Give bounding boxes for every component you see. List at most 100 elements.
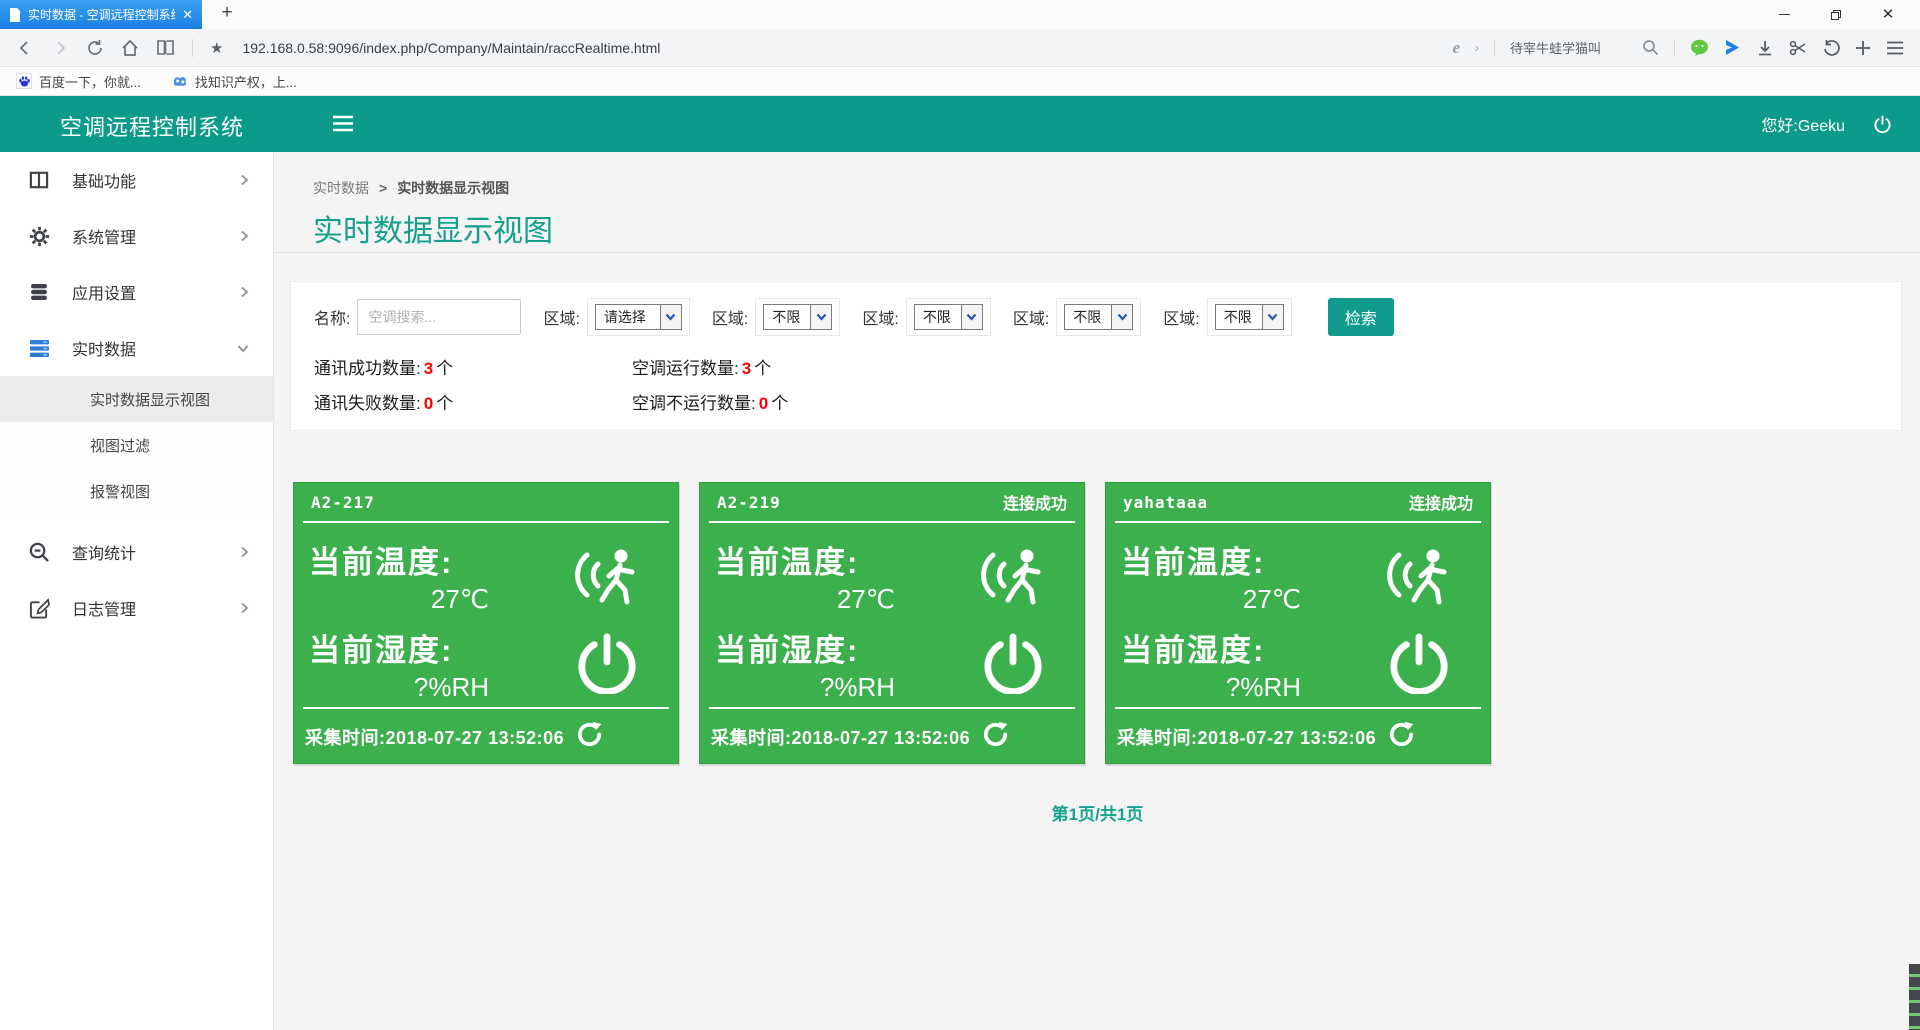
zoom-out-search-icon — [28, 542, 50, 563]
search-button[interactable]: 检索 — [1328, 298, 1394, 336]
reload-icon[interactable] — [86, 39, 104, 57]
power-status-icon[interactable] — [982, 632, 1044, 699]
collect-time: 采集时间:2018-07-27 13:52:06 — [305, 724, 564, 750]
sidebar-item-app-settings[interactable]: 应用设置 — [0, 264, 273, 320]
stat-comm-fail: 通讯失败数量:0个 — [314, 389, 632, 414]
refresh-icon[interactable] — [1388, 721, 1415, 753]
refresh-icon[interactable] — [982, 721, 1009, 753]
scrollbar-thumb[interactable] — [1909, 964, 1920, 1030]
logout-power-icon[interactable] — [1873, 115, 1892, 134]
sidebar-item-realtime-data[interactable]: 实时数据 — [0, 320, 273, 376]
chevron-right-icon — [240, 602, 249, 614]
region-select-1[interactable]: 请选择 — [595, 304, 682, 330]
chevron-right-icon[interactable]: › — [1475, 41, 1479, 55]
chevron-right-icon — [240, 230, 249, 242]
browser-tab-bar: 实时数据 - 空调远程控制系统 ✕ + ✕ — [0, 0, 1920, 29]
sidebar-item-query-statistics[interactable]: 查询统计 — [0, 524, 273, 580]
bookmark-baidu[interactable]: 百度一下，你就... — [16, 72, 141, 91]
humidity-label: 当前湿度: — [709, 625, 951, 670]
search-icon[interactable] — [1642, 39, 1659, 56]
sidebar-item-label: 实时数据 — [72, 336, 237, 360]
realtime-data-submenu: 实时数据显示视图 视图过滤 报警视图 — [0, 376, 273, 514]
forward-icon[interactable] — [51, 39, 69, 57]
restore-session-icon[interactable] — [1822, 39, 1840, 57]
select-chevron-icon — [660, 305, 681, 329]
device-name: A2-217 — [311, 493, 375, 512]
url-bar[interactable]: 192.168.0.58:9096/index.php/Company/Main… — [242, 40, 660, 56]
power-status-icon[interactable] — [1388, 632, 1450, 699]
window-minimize-button[interactable] — [1758, 0, 1810, 29]
power-status-icon[interactable] — [576, 632, 638, 699]
tab-title: 实时数据 - 空调远程控制系统 — [28, 6, 175, 23]
chevron-right-icon — [240, 286, 249, 298]
sidebar-item-label: 系统管理 — [72, 224, 240, 248]
select-value: 不限 — [1216, 305, 1262, 329]
motion-sensor-icon — [1383, 543, 1455, 612]
submenu-label: 视图过滤 — [90, 435, 150, 456]
submenu-item-view-filter[interactable]: 视图过滤 — [0, 422, 273, 468]
reading-mode-icon[interactable] — [156, 39, 175, 56]
submenu-item-realtime-view[interactable]: 实时数据显示视图 — [0, 376, 273, 422]
connection-status: 连接成功 — [1003, 490, 1067, 514]
sidebar-item-system-management[interactable]: 系统管理 — [0, 208, 273, 264]
device-cards: A2-217 当前温度: 27℃ 当前湿度: ?%RH — [293, 482, 1920, 764]
region-select-3[interactable]: 不限 — [914, 304, 983, 330]
screenshot-scissors-icon[interactable] — [1789, 39, 1807, 57]
chevron-right-icon — [240, 174, 249, 186]
window-close-button[interactable]: ✕ — [1862, 0, 1914, 29]
select-chevron-icon — [1262, 305, 1283, 329]
window-restore-button[interactable] — [1810, 0, 1862, 29]
temp-label: 当前温度: — [303, 537, 545, 582]
humidity-value: ?%RH — [1115, 672, 1357, 703]
app-title: 空调远程控制系统 — [60, 110, 244, 142]
browser-tab[interactable]: 实时数据 - 空调远程控制系统 ✕ — [0, 0, 202, 29]
region-label: 区域: — [862, 305, 898, 329]
stat-ac-running: 空调运行数量:3个 — [632, 354, 1889, 379]
download-icon[interactable] — [1756, 39, 1774, 57]
bookmarks-bar: 百度一下，你就... 找知识产权，上... — [0, 67, 1920, 96]
wechat-icon[interactable] — [1690, 39, 1709, 56]
tab-close-icon[interactable]: ✕ — [182, 7, 193, 23]
app-header: 空调远程控制系统 您好:Geeku — [0, 96, 1920, 152]
humidity-value: ?%RH — [303, 672, 545, 703]
bookmark-label: 百度一下，你就... — [39, 72, 141, 91]
region-select-5[interactable]: 不限 — [1215, 304, 1284, 330]
chevron-down-icon — [237, 344, 249, 353]
bookmark-star-icon[interactable]: ★ — [210, 39, 223, 57]
region-select-2[interactable]: 不限 — [763, 304, 832, 330]
select-value: 不限 — [1065, 305, 1111, 329]
bookmark-ip[interactable]: 找知识产权，上... — [171, 72, 297, 91]
sidebar-item-basic-functions[interactable]: 基础功能 — [0, 152, 273, 208]
humidity-label: 当前湿度: — [1115, 625, 1357, 670]
menu-icon[interactable] — [1886, 41, 1904, 55]
video-play-icon[interactable] — [1724, 39, 1741, 56]
region-select-4[interactable]: 不限 — [1064, 304, 1133, 330]
add-icon[interactable] — [1855, 40, 1871, 56]
ie-compat-icon[interactable]: e — [1452, 38, 1460, 58]
sidebar-toggle-icon[interactable] — [332, 115, 354, 137]
select-value: 不限 — [764, 305, 810, 329]
select-chevron-icon — [1111, 305, 1132, 329]
pagination-text: 第1页/共1页 — [275, 800, 1920, 825]
breadcrumb-parent[interactable]: 实时数据 — [313, 178, 369, 198]
sidebar-item-label: 基础功能 — [72, 168, 240, 192]
columns-icon — [28, 171, 50, 189]
name-search-input[interactable] — [357, 299, 521, 335]
search-suggestion-text[interactable]: 待宰牛蛙学猫叫 — [1510, 38, 1601, 57]
device-card: A2-219 连接成功 当前温度: 27℃ 当前湿度: ?%RH — [699, 482, 1085, 764]
sidebar-item-label: 日志管理 — [72, 596, 240, 620]
back-icon[interactable] — [16, 39, 34, 57]
database-icon — [28, 282, 50, 302]
chevron-right-icon — [240, 546, 249, 558]
temp-value: 27℃ — [303, 584, 545, 615]
region-label: 区域: — [712, 305, 748, 329]
home-icon[interactable] — [121, 39, 139, 57]
motion-sensor-icon — [977, 543, 1049, 612]
submenu-label: 报警视图 — [90, 481, 150, 502]
submenu-item-alarm-view[interactable]: 报警视图 — [0, 468, 273, 514]
user-greeting: 您好:Geeku — [1761, 112, 1845, 136]
refresh-icon[interactable] — [576, 721, 603, 753]
stat-ac-stopped: 空调不运行数量:0个 — [632, 389, 1889, 414]
new-tab-button[interactable]: + — [214, 2, 240, 24]
sidebar-item-log-management[interactable]: 日志管理 — [0, 580, 273, 636]
